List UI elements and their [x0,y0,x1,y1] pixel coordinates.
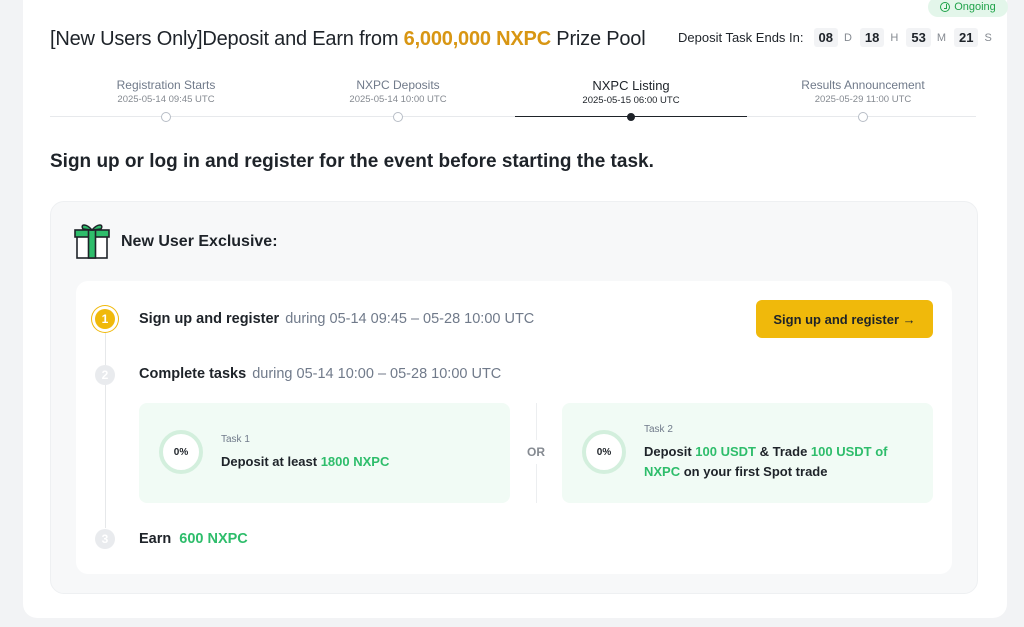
clock-icon [940,2,951,12]
task-card-1: 0% Task 1 Deposit at least 1800 NXPC [139,403,510,503]
timeline-step-date: 2025-05-14 09:45 UTC [117,94,215,105]
timeline-step-name: NXPC Deposits [356,78,440,92]
or-label: OR [522,440,550,464]
task-card-2: 0% Task 2 Deposit 100 USDT & Trade 100 U… [562,403,933,503]
countdown-seconds-unit: S [984,31,992,44]
timeline-step-date: 2025-05-29 11:00 UTC [814,94,912,105]
task-amount: 100 USDT [695,444,756,459]
step-period: during 05-14 09:45 – 05-28 10:00 UTC [285,311,535,327]
task-label: Task 2 [644,424,673,435]
step-title: Complete tasks [139,366,247,382]
countdown: Deposit Task Ends In: 08 D 18 H 53 M 21 S [678,28,1000,47]
reward-amount: 600 NXPC [179,531,248,547]
task-text: & Trade [756,444,811,459]
title-prize-amount: 6,000,000 NXPC [403,28,552,50]
countdown-hours-unit: H [890,31,899,44]
step-3: Earn 600 NXPC [139,531,248,547]
timeline-step-date: 2025-05-14 10:00 UTC [349,94,447,105]
gift-icon [74,224,110,259]
progress-ring: 0% [582,430,626,474]
timeline-step-listing: NXPC Listing 2025-05-15 06:00 UTC [515,78,747,106]
timeline-step-registration: Registration Starts 2025-05-14 09:45 UTC [50,78,282,105]
title-suffix: Prize Pool [550,28,646,50]
timeline-track [50,116,976,117]
countdown-days: 08 [813,28,838,47]
task-label: Task 1 [221,434,250,445]
step-1: Sign up and register during 05-14 09:45 –… [139,311,534,327]
countdown-label: Deposit Task Ends In: [678,30,804,45]
step-number-2: 2 [95,365,115,385]
title-prefix: [New Users Only]Deposit and Earn from [50,28,404,50]
step-2: Complete tasks during 05-14 10:00 – 05-28… [139,366,501,382]
step-number-1: 1 [95,309,115,329]
instructions-heading: Sign up or log in and register for the e… [50,151,654,172]
page-title: [New Users Only]Deposit and Earn from 6,… [50,28,646,51]
task-text: on your first Spot trade [680,464,828,479]
status-badge: Ongoing [928,0,1008,17]
panel-heading: New User Exclusive: [121,233,278,250]
countdown-hours: 18 [859,28,885,47]
step-period: during 05-14 10:00 – 05-28 10:00 UTC [252,366,502,382]
task-description: Deposit 100 USDT & Trade 100 USDT of NXP… [644,442,914,482]
progress-ring: 0% [159,430,203,474]
timeline-step-results: Results Announcement 2025-05-29 11:00 UT… [747,78,979,105]
task-text: Deposit [644,444,696,459]
countdown-minutes: 53 [906,28,931,47]
task-description: Deposit at least 1800 NXPC [221,452,389,472]
sign-up-register-button[interactable]: Sign up and register → [756,300,933,338]
step-title: Sign up and register [139,311,280,327]
countdown-days-unit: D [843,31,852,44]
countdown-seconds: 21 [953,28,979,47]
event-timeline: Registration Starts 2025-05-14 09:45 UTC… [50,78,976,124]
timeline-dot-active [627,113,635,121]
timeline-step-date: 2025-05-15 06:00 UTC [582,95,680,106]
steps-connector [105,332,106,528]
timeline-dot [858,112,868,122]
task-amount: 1800 NXPC [320,454,390,469]
status-label: Ongoing [954,1,996,13]
timeline-step-name: NXPC Listing [592,78,670,93]
timeline-dot [393,112,403,122]
timeline-dot [161,112,171,122]
step-title: Earn [139,531,172,547]
step-number-3: 3 [95,529,115,549]
timeline-step-name: Registration Starts [116,78,216,92]
timeline-step-name: Results Announcement [801,78,925,92]
countdown-minutes-unit: M [936,31,946,44]
timeline-step-deposits: NXPC Deposits 2025-05-14 10:00 UTC [282,78,514,105]
task-text: Deposit at least [221,454,321,469]
